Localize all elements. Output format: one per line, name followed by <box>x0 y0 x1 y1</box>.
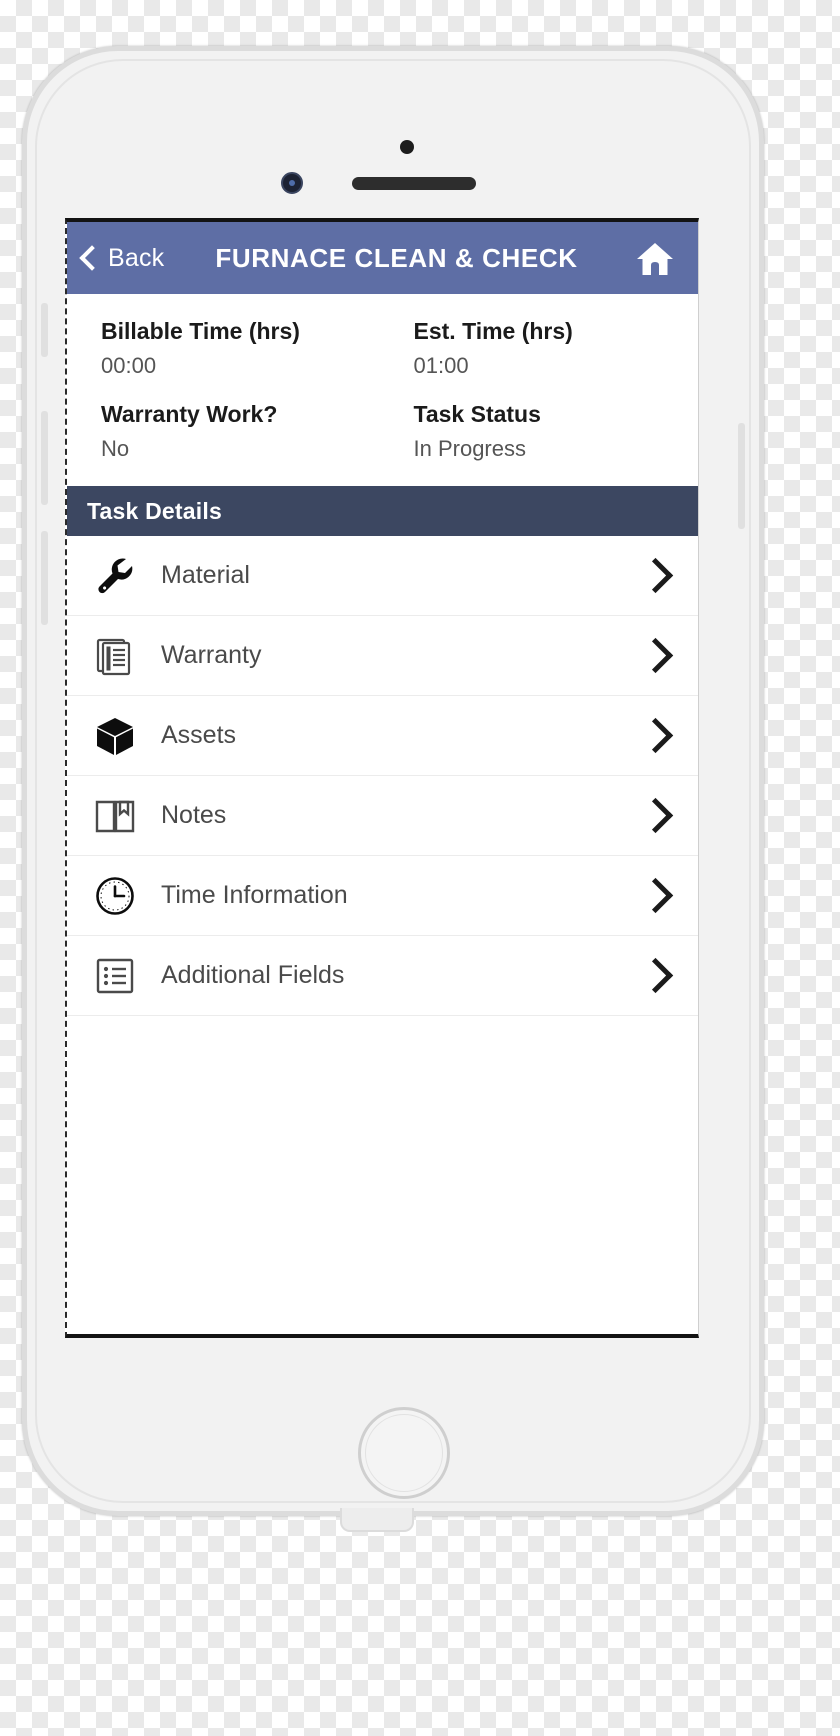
list-item-additional-fields[interactable]: Additional Fields <box>67 936 698 1016</box>
home-button-ring <box>365 1414 443 1492</box>
list-item-notes[interactable]: Notes <box>67 776 698 856</box>
chevron-left-icon <box>79 245 105 271</box>
list-item-label: Additional Fields <box>161 961 345 989</box>
warranty-work-label: Warranty Work? <box>101 401 278 427</box>
task-status-cell: Task Status In Progress <box>400 403 699 466</box>
earpiece-speaker-icon <box>352 177 476 190</box>
chevron-right-icon <box>637 557 674 594</box>
home-icon-svg <box>637 243 673 275</box>
document-icon <box>93 634 147 678</box>
back-button[interactable]: Back <box>79 243 165 273</box>
summary-row-2: Warranty Work? No Task Status In Progres… <box>67 403 698 466</box>
home-button[interactable] <box>358 1407 450 1499</box>
list-item-material[interactable]: Material <box>67 536 698 616</box>
chevron-right-icon <box>637 877 674 914</box>
phone-bottom-edge <box>340 1508 414 1532</box>
clock-icon <box>93 874 147 918</box>
task-details-section-header: Task Details <box>67 486 698 536</box>
list-item-label: Material <box>161 561 250 589</box>
chevron-right-icon <box>637 797 674 834</box>
list-empty-area <box>67 1016 698 1316</box>
proximity-sensor-icon <box>400 140 414 154</box>
list-item-label: Warranty <box>161 641 262 669</box>
power-button[interactable] <box>738 423 745 529</box>
task-details-title: Task Details <box>87 497 222 524</box>
home-icon[interactable] <box>634 238 676 280</box>
phone-screen: Back FURNACE CLEAN & CHECK Billable Time… <box>65 218 699 1338</box>
list-item-time-information[interactable]: Time Information <box>67 856 698 936</box>
app-navigation-bar: Back FURNACE CLEAN & CHECK <box>67 222 698 294</box>
billable-time-value: 00:00 <box>101 353 157 378</box>
warranty-work-value: No <box>101 436 130 461</box>
task-status-value: In Progress <box>413 436 527 461</box>
list-icon <box>93 954 147 998</box>
warranty-work-cell: Warranty Work? No <box>101 403 400 466</box>
cube-icon <box>93 714 147 758</box>
est-time-value: 01:00 <box>413 353 469 378</box>
list-item-label: Assets <box>161 721 237 749</box>
chevron-right-icon <box>637 957 674 994</box>
list-item-warranty[interactable]: Warranty <box>67 616 698 696</box>
chevron-right-icon <box>637 717 674 754</box>
est-time-label: Est. Time (hrs) <box>413 318 573 344</box>
open-book-icon <box>93 794 147 838</box>
summary-row-1: Billable Time (hrs) 00:00 Est. Time (hrs… <box>67 320 698 403</box>
wrench-icon <box>93 554 147 598</box>
est-time-cell: Est. Time (hrs) 01:00 <box>400 320 699 403</box>
back-button-label: Back <box>108 243 165 272</box>
billable-time-cell: Billable Time (hrs) 00:00 <box>101 320 400 403</box>
task-summary-section: Billable Time (hrs) 00:00 Est. Time (hrs… <box>67 294 698 486</box>
front-camera-icon <box>281 172 303 194</box>
list-item-label: Time Information <box>161 881 348 909</box>
list-item-assets[interactable]: Assets <box>67 696 698 776</box>
volume-up-button[interactable] <box>41 411 48 505</box>
camera-lens-icon <box>289 180 295 186</box>
task-details-list: Material Warranty Assets Notes Time Info… <box>67 536 698 1316</box>
billable-time-label: Billable Time (hrs) <box>101 318 300 344</box>
task-status-label: Task Status <box>413 401 541 427</box>
list-item-label: Notes <box>161 801 227 829</box>
silent-switch-button[interactable] <box>41 303 48 357</box>
chevron-right-icon <box>637 637 674 674</box>
volume-down-button[interactable] <box>41 531 48 625</box>
